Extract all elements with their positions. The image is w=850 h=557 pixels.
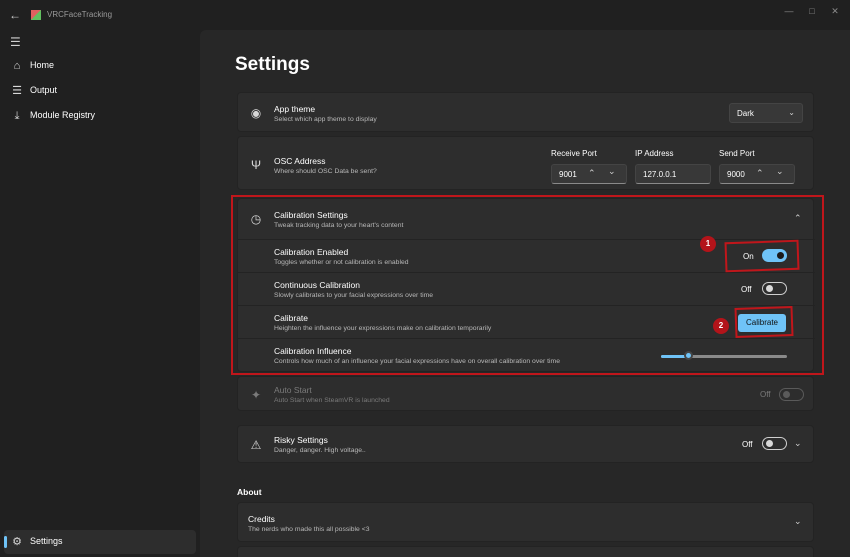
auto-start-card: ✦ Auto Start Auto Start when SteamVR is … — [237, 376, 814, 411]
risky-title: Risky Settings — [274, 435, 328, 445]
app-theme-desc: Select which app theme to display — [274, 116, 377, 123]
maximize-icon[interactable]: □ — [800, 3, 824, 19]
ip-address-input[interactable]: 127.0.0.1 — [635, 164, 711, 184]
annotation-badge-2: 2 — [713, 318, 729, 334]
about-heading: About — [237, 487, 262, 497]
gear-icon: ⚙ — [12, 536, 22, 548]
risky-state: Off — [742, 440, 753, 449]
chevron-down-icon: ⌄ — [788, 108, 795, 117]
send-port-input[interactable]: 9000 ⌃ ⌄ — [719, 164, 795, 184]
chevron-down-icon[interactable]: ⌄ — [794, 516, 802, 527]
auto-start-state: Off — [760, 390, 771, 399]
ip-address-label: IP Address — [635, 149, 674, 158]
calibration-highlight-box — [231, 195, 824, 375]
osc-title: OSC Address — [274, 156, 326, 166]
app-theme-title: App theme — [274, 104, 316, 114]
sidebar-item-output[interactable]: ☰ Output — [4, 79, 196, 103]
decrement-icon[interactable]: ⌄ — [776, 166, 784, 177]
ip-address-value: 127.0.0.1 — [643, 170, 677, 179]
next-about-card[interactable] — [237, 546, 814, 557]
window-title: VRCFaceTracking — [47, 10, 113, 19]
send-port-label: Send Port — [719, 149, 755, 158]
sidebar-item-label: Output — [30, 85, 58, 95]
osc-desc: Where should OSC Data be sent? — [274, 168, 377, 175]
home-icon: ⌂ — [13, 60, 21, 72]
hamburger-menu-icon[interactable]: ☰ — [10, 36, 21, 48]
increment-icon[interactable]: ⌃ — [756, 168, 764, 179]
receive-port-input[interactable]: 9001 ⌃ ⌄ — [551, 164, 627, 184]
calibrate-highlight-box — [734, 305, 794, 339]
title-bar: ← VRCFaceTracking — □ ✕ — [0, 0, 850, 30]
receive-port-value: 9001 — [559, 170, 577, 179]
osc-address-card: Ψ OSC Address Where should OSC Data be s… — [237, 136, 814, 190]
risky-toggle[interactable] — [762, 437, 787, 450]
minimize-icon[interactable]: — — [777, 3, 801, 19]
sidebar-item-label: Home — [30, 60, 55, 70]
chevron-down-icon[interactable]: ⌄ — [794, 438, 802, 449]
list-icon: ☰ — [12, 85, 22, 97]
app-logo-icon — [31, 10, 41, 20]
send-port-value: 9000 — [727, 170, 745, 179]
pin-icon: ✦ — [250, 388, 262, 402]
auto-start-desc: Auto Start when SteamVR is launched — [274, 397, 390, 404]
palette-icon: ◉ — [250, 106, 262, 120]
theme-dropdown-value: Dark — [737, 109, 754, 118]
increment-icon[interactable]: ⌃ — [588, 168, 596, 179]
annotation-badge-1: 1 — [700, 236, 716, 252]
auto-start-toggle[interactable] — [779, 388, 804, 401]
sidebar-item-settings[interactable]: ⚙ Settings — [4, 530, 196, 554]
warning-icon: ⚠ — [250, 438, 262, 452]
toggle-highlight-box — [724, 239, 800, 273]
sidebar-item-label: Module Registry — [30, 110, 96, 120]
decrement-icon[interactable]: ⌄ — [608, 166, 616, 177]
credits-desc: The nerds who made this all possible <3 — [248, 526, 370, 533]
credits-title: Credits — [248, 514, 275, 524]
sidebar-item-label: Settings — [30, 536, 63, 546]
theme-dropdown[interactable]: Dark ⌄ — [729, 103, 803, 123]
sidebar-item-module-registry[interactable]: ⤓ Module Registry — [4, 104, 196, 128]
antenna-icon: Ψ — [250, 158, 262, 172]
app-theme-card: ◉ App theme Select which app theme to di… — [237, 92, 814, 132]
sidebar-item-home[interactable]: ⌂ Home — [4, 54, 196, 78]
download-icon: ⤓ — [14, 110, 20, 122]
credits-card[interactable]: Credits The nerds who made this all poss… — [237, 502, 814, 542]
close-icon[interactable]: ✕ — [823, 3, 847, 19]
receive-port-label: Receive Port — [551, 149, 597, 158]
page-title: Settings — [235, 54, 310, 75]
sidebar: ☰ ⌂ Home ☰ Output ⤓ Module Registry ⚙ Se… — [0, 30, 200, 557]
risky-settings-card[interactable]: ⚠ Risky Settings Danger, danger. High vo… — [237, 425, 814, 463]
auto-start-title: Auto Start — [274, 385, 312, 395]
risky-desc: Danger, danger. High voltage.. — [274, 447, 366, 454]
back-arrow-icon[interactable]: ← — [8, 8, 22, 22]
